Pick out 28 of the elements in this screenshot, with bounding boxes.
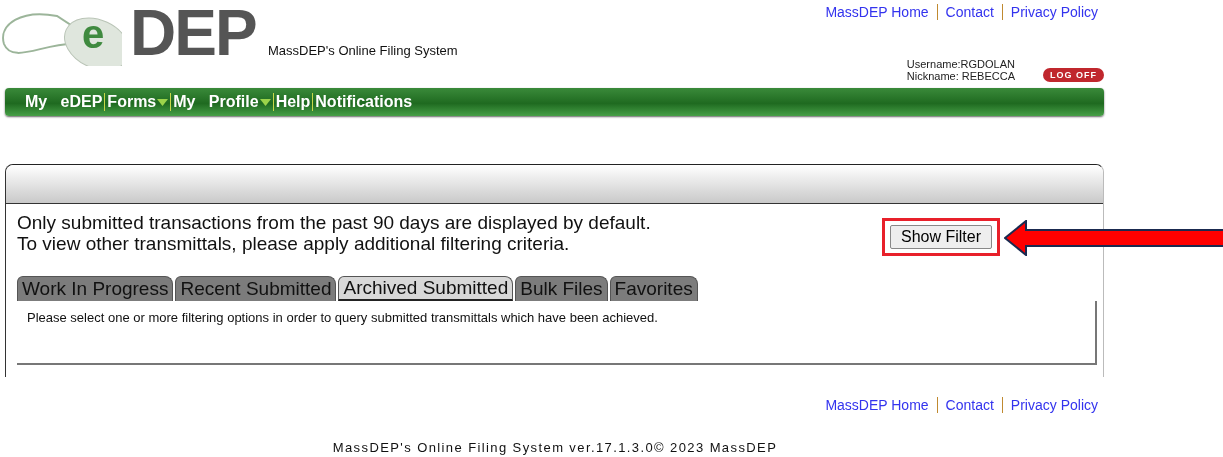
nav-item[interactable]: Notifications bbox=[312, 93, 415, 111]
copyright-text: MassDEP's Online Filing System ver.17.1.3.0© 2023 MassDEP bbox=[331, 440, 779, 455]
footer-link[interactable]: Privacy Policy bbox=[1001, 397, 1104, 413]
footer-link[interactable]: Contact bbox=[936, 397, 1002, 413]
notice-text: Only submitted transactions from the past 90 days are displayed by default. bbox=[17, 212, 651, 233]
username-text: Username:RGDOLAN bbox=[906, 58, 1015, 70]
tab[interactable]: Bulk Files bbox=[515, 276, 608, 301]
header-link[interactable]: Privacy Policy bbox=[1001, 4, 1104, 20]
arrow-icon bbox=[1004, 220, 1223, 256]
nav-item[interactable]: Forms bbox=[104, 93, 171, 111]
nav-item[interactable]: My Profile bbox=[170, 93, 273, 111]
nav-item[interactable]: Help bbox=[272, 93, 313, 111]
tagline: MassDEP's Online Filing System bbox=[268, 43, 458, 58]
header-link[interactable]: MassDEP Home bbox=[817, 4, 937, 20]
logo-text: DEP bbox=[130, 0, 256, 68]
tab[interactable]: Recent Submitted bbox=[175, 276, 337, 301]
tab[interactable]: Favorites bbox=[609, 276, 698, 301]
tab[interactable]: Work In Progress bbox=[17, 276, 174, 301]
notice-text: To view other transmittals, please apply additional filtering criteria. bbox=[17, 233, 571, 254]
show-filter-button[interactable]: Show Filter bbox=[889, 225, 992, 249]
tab[interactable]: Archived Submitted bbox=[338, 276, 514, 301]
nickname-text: Nickname: REBECCA bbox=[906, 70, 1015, 82]
nav-item[interactable]: My eDEP bbox=[25, 93, 105, 111]
tab-message: Please select one or more filtering options in order to query submitted transmittals which have been achieved. bbox=[26, 309, 659, 327]
header-link[interactable]: Contact bbox=[936, 4, 1002, 20]
logoff-button[interactable]: LOG OFF bbox=[1043, 68, 1104, 82]
footer-link[interactable]: MassDEP Home bbox=[817, 397, 937, 413]
logo-letter: e bbox=[82, 12, 105, 57]
